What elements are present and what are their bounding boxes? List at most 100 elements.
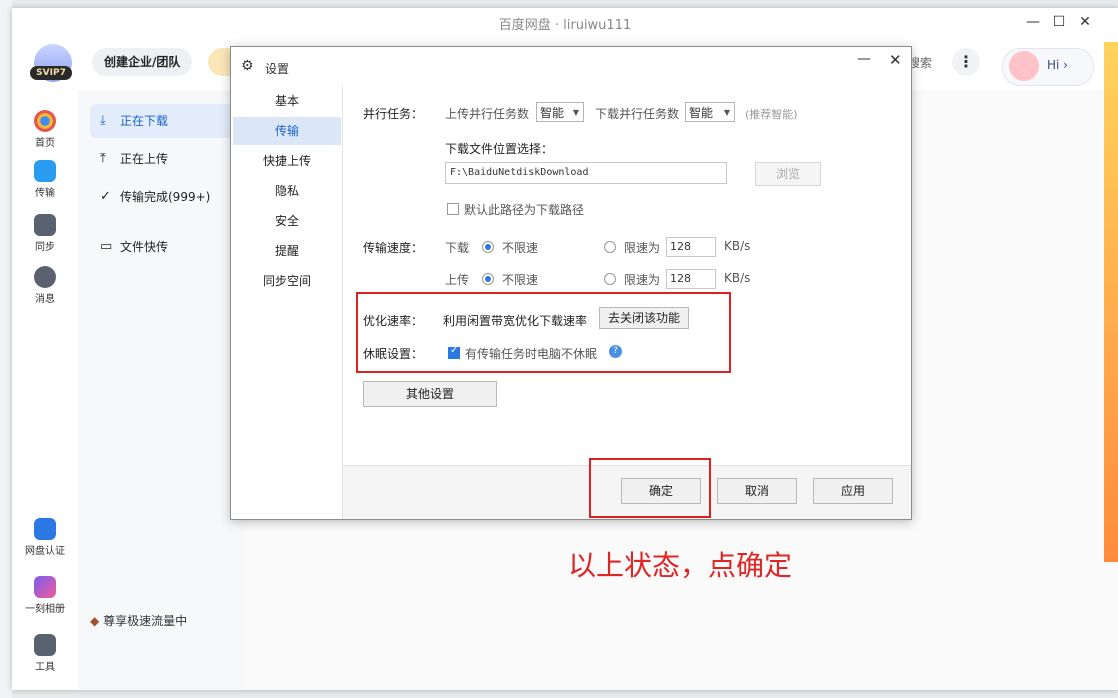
diamond-icon: ◆	[90, 614, 100, 628]
nav-verify[interactable]: 网盘认证	[12, 518, 78, 557]
upload-speed-label: 上传	[445, 273, 470, 287]
nav-verify-label: 网盘认证	[25, 546, 65, 557]
upload-parallel-value: 智能	[540, 106, 565, 120]
desktop-background-strip	[0, 0, 12, 698]
minimize-button[interactable]: —	[1022, 12, 1044, 32]
download-icon: ⤓	[100, 113, 106, 128]
upload-unlimited-label: 不限速	[502, 273, 539, 287]
nav-home[interactable]: 首页	[12, 110, 78, 149]
download-limit-input[interactable]: 128	[666, 237, 716, 257]
tab-security[interactable]: 安全	[233, 207, 341, 235]
download-limit-label: 限速为	[624, 241, 661, 255]
nav-album-label: 一刻相册	[25, 604, 65, 615]
check-circle-icon: ✓	[100, 189, 111, 204]
apply-button[interactable]: 应用	[813, 478, 893, 504]
download-unlimited-label: 不限速	[502, 241, 539, 255]
download-limit-radio[interactable]	[604, 241, 616, 253]
speed-promo-label: 尊享极速流量中	[103, 614, 188, 628]
annotation-text: 以上状态，点确定	[568, 549, 793, 582]
speed-label: 传输速度：	[363, 241, 424, 255]
monitor-icon: ▭	[100, 239, 113, 254]
parallel-hint: (推荐智能)	[745, 108, 798, 121]
subnav-uploading[interactable]: ⤒ 正在上传	[90, 142, 236, 176]
create-team-button[interactable]: 创建企业/团队	[92, 48, 193, 76]
tab-sync-space[interactable]: 同步空间	[233, 267, 341, 295]
download-parallel-select[interactable]: 智能 ▼	[685, 102, 735, 122]
subnav-completed-label: 传输完成(999+)	[120, 190, 211, 204]
settings-tabs: 基本 传输 快捷上传 隐私 安全 提醒 同步空间	[231, 85, 341, 519]
album-icon	[34, 576, 56, 598]
cloud-icon	[34, 110, 56, 132]
title-bar: 百度网盘 · liruiwu111 — ☐ ✕	[12, 8, 1118, 36]
dialog-title-bar: ⚙ 设置 — ✕	[231, 47, 911, 85]
location-label: 下载文件位置选择：	[445, 142, 554, 156]
nav-tools[interactable]: 工具	[12, 634, 78, 673]
upload-limit-radio[interactable]	[604, 273, 616, 285]
hi-label: Hi ›	[1047, 58, 1068, 72]
subnav-downloading[interactable]: ⤓ 正在下载	[90, 104, 236, 138]
window-title: 百度网盘 · liruiwu111	[498, 18, 632, 33]
browse-button[interactable]: 浏览	[755, 162, 821, 186]
parallel-label: 并行任务：	[363, 107, 424, 121]
dialog-minimize-button[interactable]: —	[857, 51, 871, 67]
assistant-pill[interactable]: Hi ›	[1002, 48, 1094, 86]
download-unlimited-radio[interactable]	[482, 241, 494, 253]
maximize-button[interactable]: ☐	[1048, 12, 1070, 32]
other-settings-button[interactable]: 其他设置	[363, 381, 497, 407]
download-speed-label: 下载	[445, 241, 470, 255]
transfer-settings-panel: 并行任务： 上传并行任务数 智能 ▼ 下载并行任务数 智能 ▼ (推荐智能) 下载文…	[342, 85, 911, 465]
tab-basic[interactable]: 基本	[233, 87, 341, 115]
chevron-down-icon: ▼	[572, 108, 579, 117]
download-parallel-label: 下载并行任务数	[595, 107, 680, 121]
subnav-quick-transfer-label: 文件快传	[120, 240, 169, 254]
transfer-subnav: ⤓ 正在下载 ⤒ 正在上传 ✓ 传输完成(999+) ▭ 文件快传 ◆ 尊享极速流量中	[78, 90, 244, 690]
default-path-label: 默认此路径为下载路径	[464, 203, 585, 217]
dialog-footer: 确定 取消 应用	[342, 458, 911, 519]
more-menu-button[interactable]: ⋮	[952, 48, 980, 76]
nav-album[interactable]: 一刻相册	[12, 576, 78, 615]
close-button[interactable]: ✕	[1074, 12, 1096, 32]
settings-dialog: ⚙ 设置 — ✕ 基本 传输 快捷上传 隐私 安全 提醒 同步空间 并行任务： …	[230, 46, 912, 520]
left-nav: 首页 传输 同步 消息 网盘认证 一刻相册 工具	[12, 90, 78, 690]
verify-icon	[34, 518, 56, 540]
message-icon	[34, 266, 56, 288]
gear-icon: ⚙	[241, 58, 254, 74]
highlight-box-ok	[589, 458, 711, 518]
sync-icon	[34, 214, 56, 236]
cancel-button[interactable]: 取消	[717, 478, 797, 504]
upload-icon: ⤒	[100, 151, 106, 166]
side-banner[interactable]	[1104, 42, 1118, 562]
mascot-icon	[1009, 51, 1039, 81]
upload-limit-label: 限速为	[624, 273, 661, 287]
download-path-input[interactable]: F:\BaiduNetdiskDownload	[445, 162, 727, 184]
upload-unlimited-radio[interactable]	[482, 273, 494, 285]
nav-message[interactable]: 消息	[12, 266, 78, 305]
default-path-checkbox[interactable]	[447, 203, 459, 215]
upload-parallel-select[interactable]: 智能 ▼	[536, 102, 584, 122]
tab-transfer[interactable]: 传输	[233, 117, 341, 145]
nav-sync-label: 同步	[35, 242, 55, 253]
upload-limit-input[interactable]: 128	[666, 269, 716, 289]
nav-tools-label: 工具	[35, 662, 55, 673]
download-unit: KB/s	[724, 239, 751, 253]
nav-transfer[interactable]: 传输	[12, 160, 78, 199]
nav-home-label: 首页	[35, 138, 55, 149]
subnav-completed[interactable]: ✓ 传输完成(999+)	[90, 180, 236, 214]
tab-reminder[interactable]: 提醒	[233, 237, 341, 265]
chevron-down-icon: ▼	[723, 108, 730, 117]
highlight-box	[356, 292, 731, 373]
tab-privacy[interactable]: 隐私	[233, 177, 341, 205]
transfer-icon	[34, 160, 56, 182]
speed-promo[interactable]: ◆ 尊享极速流量中	[90, 612, 187, 629]
subnav-downloading-label: 正在下载	[120, 114, 169, 128]
dialog-close-button[interactable]: ✕	[889, 51, 902, 69]
download-parallel-value: 智能	[689, 106, 714, 120]
upload-parallel-label: 上传并行任务数	[445, 107, 530, 121]
nav-message-label: 消息	[35, 294, 55, 305]
nav-transfer-label: 传输	[35, 188, 55, 199]
subnav-quick-transfer[interactable]: ▭ 文件快传	[90, 230, 236, 264]
subnav-uploading-label: 正在上传	[120, 152, 169, 166]
upload-unit: KB/s	[724, 271, 751, 285]
nav-sync[interactable]: 同步	[12, 214, 78, 253]
tab-quick-upload[interactable]: 快捷上传	[233, 147, 341, 175]
